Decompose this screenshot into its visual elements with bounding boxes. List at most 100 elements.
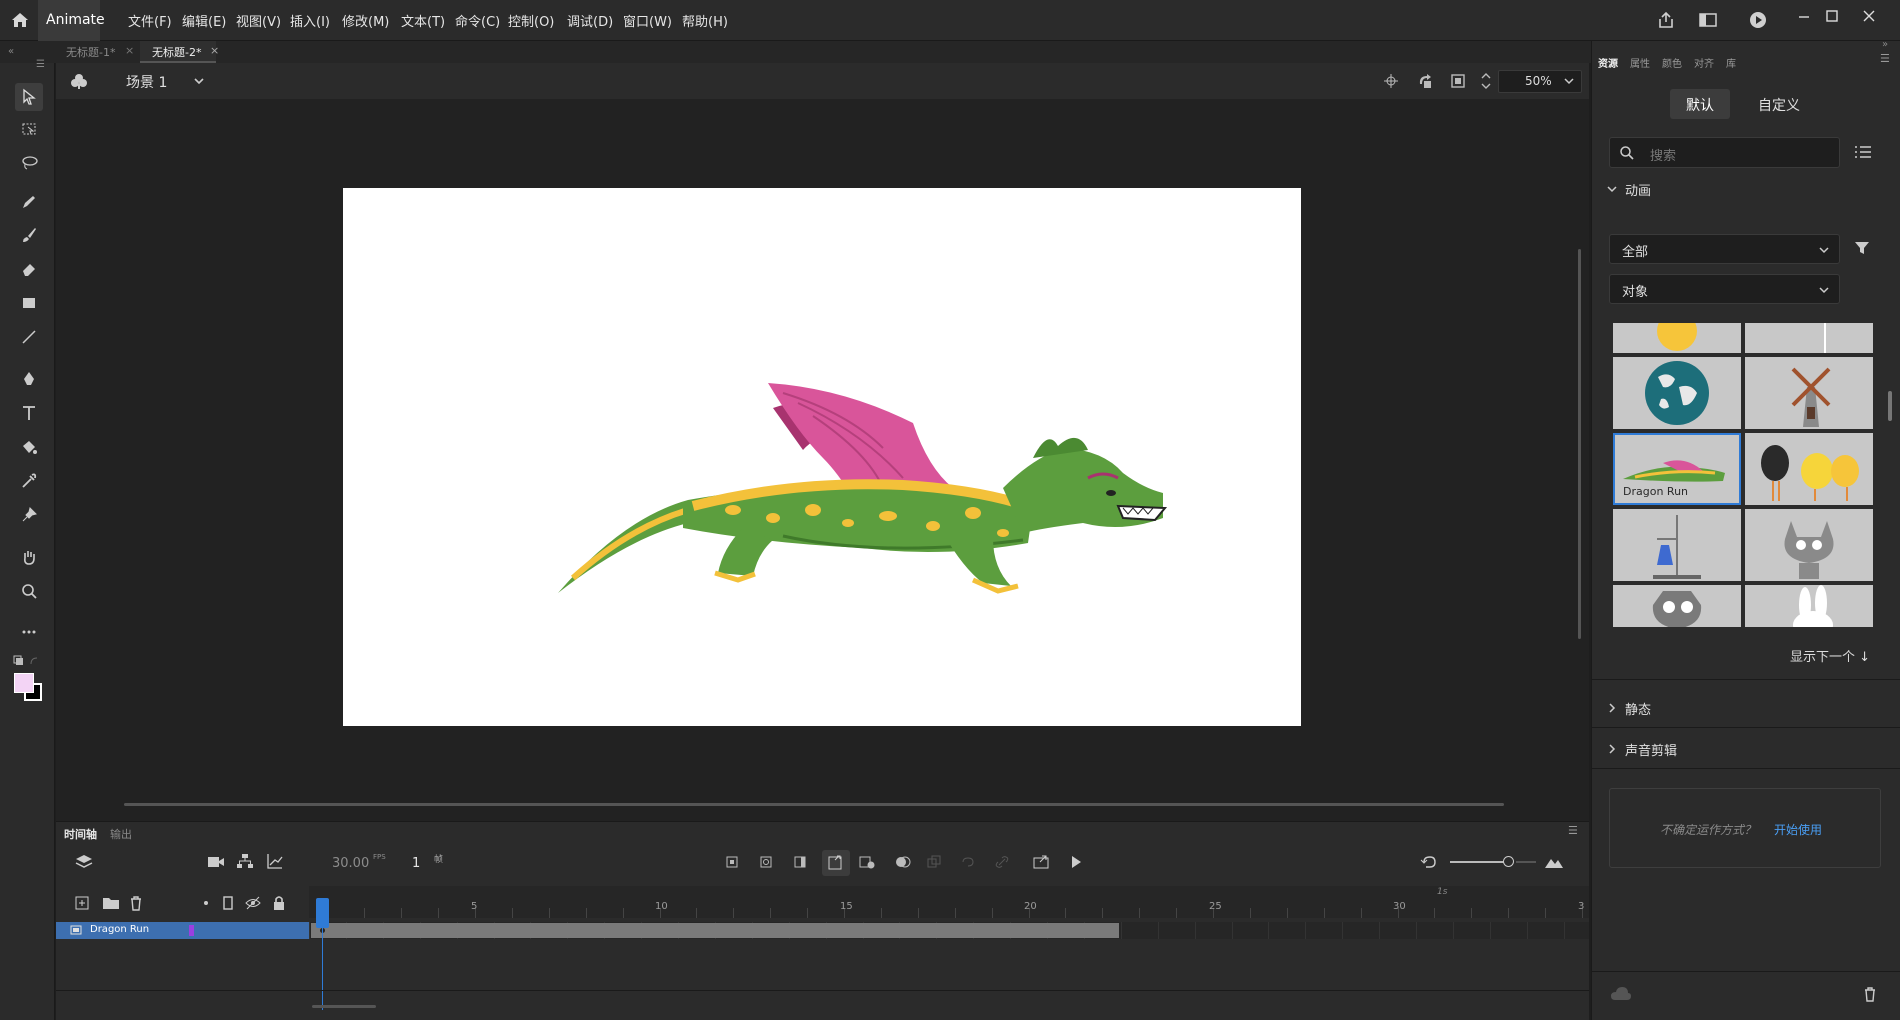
frame-ruler[interactable]: 5 10 15 20 25 30 3 1s [309,886,1589,918]
menu-item[interactable]: 文本(T) [401,11,445,30]
section-animation[interactable]: 动画 [1625,180,1651,199]
asset-thumb-windmill[interactable] [1745,357,1873,429]
close-button[interactable] [1857,6,1881,26]
insert-classic-tween-icon[interactable] [858,854,876,870]
filter-icon[interactable] [1854,240,1870,256]
text-tool-icon[interactable] [15,399,43,427]
insert-blank-keyframe-icon[interactable] [758,854,774,870]
fps-value[interactable]: 30.00 [332,856,369,871]
stage-canvas[interactable] [343,188,1301,726]
outline-toggle-icon[interactable] [222,895,234,911]
insert-keyframe-icon[interactable] [724,854,740,870]
vertical-scrollbar[interactable] [1578,249,1581,639]
color-swatches[interactable] [14,673,44,703]
menu-item[interactable]: 文件(F) [128,11,172,30]
zoom-field[interactable]: 50% [1498,70,1582,93]
menu-item[interactable]: 编辑(E) [182,11,226,30]
lock-icon[interactable] [272,895,286,911]
doc-tab-2[interactable]: 无标题-2* [152,44,201,60]
snap-icon[interactable] [1382,72,1400,90]
panel-tab[interactable]: 对齐 [1694,55,1714,70]
frame-value[interactable]: 1 [412,856,420,871]
asset-thumb-pole[interactable] [1745,323,1873,353]
tab-output[interactable]: 输出 [110,826,132,842]
playhead[interactable] [316,898,329,928]
menu-item[interactable]: 帮助(H) [682,11,728,30]
lasso-tool-icon[interactable] [15,149,43,177]
trash-icon[interactable] [128,895,144,911]
menu-item[interactable]: 修改(M) [342,11,389,30]
timeline-zoom-slider[interactable] [1450,861,1510,863]
menu-item[interactable]: 视图(V) [236,11,281,30]
collapse-left-icon[interactable]: « [8,46,14,57]
rectangle-tool-icon[interactable] [15,289,43,317]
new-layer-icon[interactable] [74,895,90,911]
help-link[interactable]: 开始使用 [1774,821,1822,838]
rotate-stage-icon[interactable] [1416,72,1434,90]
asset-thumb-birds[interactable] [1745,433,1873,505]
horizontal-scrollbar[interactable] [124,803,1504,806]
panel-tab[interactable]: 属性 [1630,55,1650,70]
graph-icon[interactable] [266,852,284,870]
asset-thumb-lab-stand[interactable] [1613,509,1741,581]
menu-item[interactable]: 调试(D) [567,11,613,30]
play-icon[interactable] [1068,854,1084,870]
panel-tab[interactable]: 颜色 [1662,55,1682,70]
more-tools-icon[interactable] [15,618,43,646]
panel-tab[interactable]: 资源 [1598,55,1618,70]
chevron-right-icon[interactable] [1606,702,1618,714]
filter-object-dropdown[interactable]: 对象 [1609,274,1840,304]
menu-item[interactable]: 插入(I) [290,11,330,30]
highlight-toggle-icon[interactable] [204,901,208,905]
layers-icon[interactable] [74,852,94,872]
close-icon[interactable]: × [125,44,134,57]
eyedropper-tool-icon[interactable] [15,467,43,495]
workspace-icon[interactable] [1698,10,1718,30]
camera-icon[interactable] [206,854,226,870]
layer-parenting-icon[interactable] [236,852,254,870]
new-folder-icon[interactable] [102,895,120,911]
insert-frame-icon[interactable] [792,854,808,870]
maximize-button[interactable] [1820,6,1844,26]
panel-tab[interactable]: 库 [1726,55,1736,70]
panel-menu-icon[interactable]: ☰ [1880,52,1890,65]
link-icon[interactable] [994,854,1010,870]
zoom-tool-icon[interactable] [15,577,43,605]
asset-thumb-globe[interactable] [1613,357,1741,429]
asset-thumb-dragon-run[interactable]: Dragon Run [1613,433,1741,505]
eraser-tool-icon[interactable] [15,255,43,283]
dragon-illustration[interactable] [343,188,1301,726]
menu-item[interactable]: 窗口(W) [623,11,672,30]
swap-colors-icon[interactable] [13,655,39,667]
test-movie-icon[interactable] [1748,10,1768,30]
section-sound[interactable]: 声音剪辑 [1625,740,1677,759]
cloud-upload-icon[interactable] [1610,986,1632,1002]
search-field[interactable]: 搜索 [1609,137,1840,168]
mountain-icon[interactable] [1544,854,1564,870]
layer-row[interactable]: Dragon Run [56,922,309,939]
zoom-stepper-icon[interactable] [1480,70,1492,92]
minimize-button[interactable] [1792,6,1816,26]
undo-icon[interactable] [1420,854,1438,870]
edit-multiple-frames-icon[interactable] [926,854,942,870]
tab-timeline[interactable]: 时间轴 [64,826,97,842]
asset-thumb-sun[interactable] [1613,323,1741,353]
asset-thumb-cat-2[interactable] [1613,585,1741,627]
onion-skin-icon[interactable] [894,854,912,870]
hand-tool-icon[interactable] [15,543,43,571]
scene-label[interactable]: 场景 1 [126,72,167,92]
export-icon[interactable] [1032,853,1050,871]
paint-bucket-tool-icon[interactable] [15,433,43,461]
layer-frames[interactable] [309,922,1589,939]
timeline-scrollbar[interactable] [312,1005,376,1008]
frame-span[interactable] [311,923,1119,938]
chevron-down-icon[interactable] [1563,75,1575,87]
share-icon[interactable] [1656,10,1676,30]
asset-thumb-rabbit[interactable] [1745,585,1873,627]
close-icon[interactable]: × [210,44,219,57]
fill-color-swatch[interactable] [14,673,34,693]
panel-menu-icon[interactable]: ☰ [1568,824,1578,837]
selection-tool-icon[interactable] [15,83,43,111]
collapse-right-icon[interactable]: » [1882,39,1888,50]
auto-keyframe-button[interactable] [822,850,850,876]
